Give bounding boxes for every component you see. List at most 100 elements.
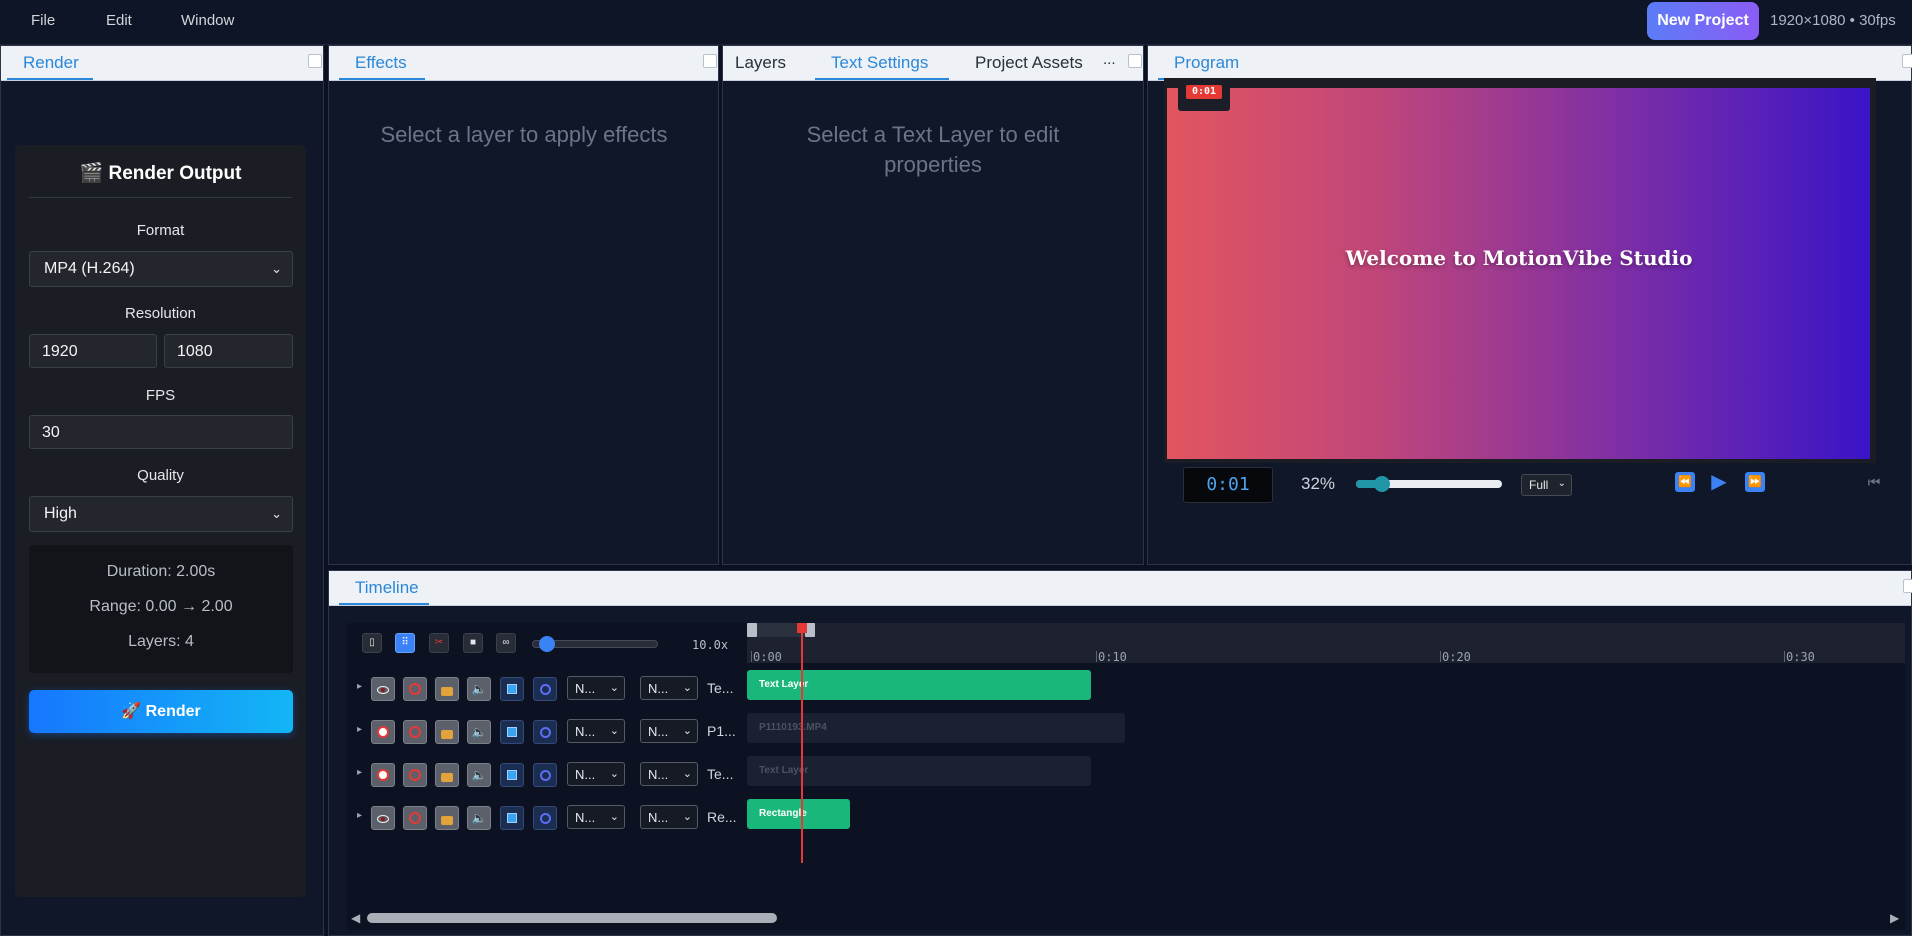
format-select[interactable]: MP4 (H.264) ⌄ xyxy=(29,251,293,287)
lock-toggle[interactable] xyxy=(435,677,459,701)
timeline-clip[interactable]: P1110193.MP4 xyxy=(747,713,1126,743)
play-icon[interactable]: ▶ xyxy=(1709,472,1729,492)
timeline-ruler[interactable]: 0:00 0:10 0:20 0:30 xyxy=(747,623,1905,664)
motion-blur-toggle[interactable] xyxy=(533,677,557,701)
menu-edit[interactable]: Edit xyxy=(106,12,132,29)
tab-program[interactable]: Program xyxy=(1174,53,1239,73)
scroll-left-icon[interactable]: ◀ xyxy=(351,911,360,925)
scroll-right-icon[interactable]: ▶ xyxy=(1890,911,1899,925)
cut-tool-icon[interactable]: ✂ xyxy=(429,633,449,653)
tab-text-settings[interactable]: Text Settings xyxy=(831,53,928,73)
track-matte-select[interactable]: N... ⌄ xyxy=(640,805,698,829)
track-matte-select[interactable]: N... ⌄ xyxy=(640,719,698,743)
zoom-slider[interactable] xyxy=(1356,476,1502,492)
tab-project-assets[interactable]: Project Assets xyxy=(975,53,1083,73)
zoom-slider-thumb[interactable] xyxy=(1374,476,1391,492)
rewind-icon[interactable]: ⏪ xyxy=(1675,472,1695,492)
3d-toggle[interactable] xyxy=(500,763,524,787)
motion-blur-toggle[interactable] xyxy=(533,720,557,744)
menu-file[interactable]: File xyxy=(31,12,55,29)
track-matte-select[interactable]: N... ⌄ xyxy=(640,762,698,786)
solo-toggle[interactable] xyxy=(403,677,427,701)
timeline-zoom-thumb[interactable] xyxy=(539,636,556,652)
lock-toggle[interactable] xyxy=(435,763,459,787)
lock-toggle[interactable] xyxy=(435,720,459,744)
track-row[interactable]: ▸ 🔈 N... ⌄ N... ⌄ Re... Rectangle xyxy=(347,796,1905,839)
maximize-icon[interactable] xyxy=(308,54,322,68)
playhead[interactable] xyxy=(797,623,807,863)
track-row[interactable]: ▸ 🔈 N... ⌄ N... ⌄ Te... Text Layer xyxy=(347,667,1905,710)
blend-mode-select[interactable]: N... ⌄ xyxy=(567,805,625,829)
blend-mode-select[interactable]: N... ⌄ xyxy=(567,762,625,786)
audio-toggle[interactable]: 🔈 xyxy=(467,677,491,701)
new-project-button[interactable]: New Project xyxy=(1647,2,1759,40)
visibility-toggle[interactable] xyxy=(371,677,395,701)
timeline-clip[interactable]: Text Layer xyxy=(747,756,1091,786)
visibility-toggle[interactable] xyxy=(371,806,395,830)
expand-arrow-icon[interactable]: ▸ xyxy=(357,681,362,692)
range-start-handle[interactable] xyxy=(747,623,757,637)
effects-tabbar: Effects xyxy=(329,46,718,81)
3d-toggle[interactable] xyxy=(500,720,524,744)
tab-effects[interactable]: Effects xyxy=(355,53,407,73)
tab-timeline[interactable]: Timeline xyxy=(355,578,419,598)
track-row[interactable]: ▸ 🔈 N... ⌄ N... ⌄ P1... P1110193.MP4 xyxy=(347,710,1905,753)
square-tool-icon[interactable]: ■ xyxy=(463,633,483,653)
expand-arrow-icon[interactable]: ▸ xyxy=(357,767,362,778)
solo-toggle[interactable] xyxy=(403,806,427,830)
program-tabbar: Program xyxy=(1148,46,1912,81)
canvas-title-text[interactable]: Welcome to MotionVibe Studio xyxy=(1129,246,1909,270)
preview-canvas[interactable]: Welcome to MotionVibe Studio xyxy=(1167,88,1870,459)
3d-toggle[interactable] xyxy=(500,677,524,701)
timeline-clip[interactable]: Text Layer xyxy=(747,670,1091,700)
playhead-handle[interactable] xyxy=(797,623,807,633)
track-lane[interactable]: P1110193.MP4 xyxy=(747,710,1905,753)
visibility-toggle[interactable] xyxy=(371,763,395,787)
timeline-zoom-slider[interactable] xyxy=(532,636,658,652)
track-matte-value: N... xyxy=(648,724,669,739)
timeline-horizontal-scrollbar[interactable]: ◀ ▶ xyxy=(347,910,1905,926)
fps-input[interactable]: 30 xyxy=(29,415,293,449)
menu-window[interactable]: Window xyxy=(181,12,234,29)
timeline-clip[interactable]: Rectangle xyxy=(747,799,851,829)
3d-toggle[interactable] xyxy=(500,806,524,830)
maximize-icon[interactable] xyxy=(1902,54,1912,68)
resolution-select[interactable]: Full ⌄ xyxy=(1521,474,1572,496)
snap-tool-icon[interactable]: ⠿ xyxy=(395,633,415,653)
width-input[interactable]: 1920 xyxy=(29,334,157,368)
audio-toggle[interactable]: 🔈 xyxy=(467,806,491,830)
maximize-icon[interactable] xyxy=(703,54,717,68)
format-label: Format xyxy=(136,222,185,239)
track-lane[interactable]: Text Layer xyxy=(747,667,1905,710)
audio-toggle[interactable]: 🔈 xyxy=(467,763,491,787)
blend-mode-select[interactable]: N... ⌄ xyxy=(567,676,625,700)
select-tool-icon[interactable]: ▯ xyxy=(362,633,382,653)
motion-blur-toggle[interactable] xyxy=(533,763,557,787)
fast-forward-icon[interactable]: ⏩ xyxy=(1745,472,1765,492)
height-input[interactable]: 1080 xyxy=(164,334,293,368)
maximize-icon[interactable] xyxy=(1128,54,1142,68)
tab-underline xyxy=(815,78,949,80)
scrollbar-thumb[interactable] xyxy=(367,913,777,923)
motion-blur-toggle[interactable] xyxy=(533,806,557,830)
track-row[interactable]: ▸ 🔈 N... ⌄ N... ⌄ Te... Text Layer xyxy=(347,753,1905,796)
maximize-icon[interactable] xyxy=(1903,579,1912,593)
solo-toggle[interactable] xyxy=(403,720,427,744)
render-button[interactable]: 🚀 Render xyxy=(29,690,293,733)
tab-overflow[interactable]: ... xyxy=(1103,51,1116,68)
solo-toggle[interactable] xyxy=(403,763,427,787)
track-lane[interactable]: Rectangle xyxy=(747,796,1905,839)
track-matte-select[interactable]: N... ⌄ xyxy=(640,676,698,700)
lock-toggle[interactable] xyxy=(435,806,459,830)
tab-layers[interactable]: Layers xyxy=(735,53,786,73)
track-lane[interactable]: Text Layer xyxy=(747,753,1905,796)
expand-arrow-icon[interactable]: ▸ xyxy=(357,724,362,735)
link-tool-icon[interactable]: ∞ xyxy=(496,633,516,653)
expand-arrow-icon[interactable]: ▸ xyxy=(357,810,362,821)
tab-render[interactable]: Render xyxy=(23,53,79,73)
blend-mode-select[interactable]: N... ⌄ xyxy=(567,719,625,743)
skip-to-start-icon[interactable]: ⏮ xyxy=(1864,472,1884,492)
quality-select[interactable]: High ⌄ xyxy=(29,496,293,532)
audio-toggle[interactable]: 🔈 xyxy=(467,720,491,744)
visibility-toggle[interactable] xyxy=(371,720,395,744)
